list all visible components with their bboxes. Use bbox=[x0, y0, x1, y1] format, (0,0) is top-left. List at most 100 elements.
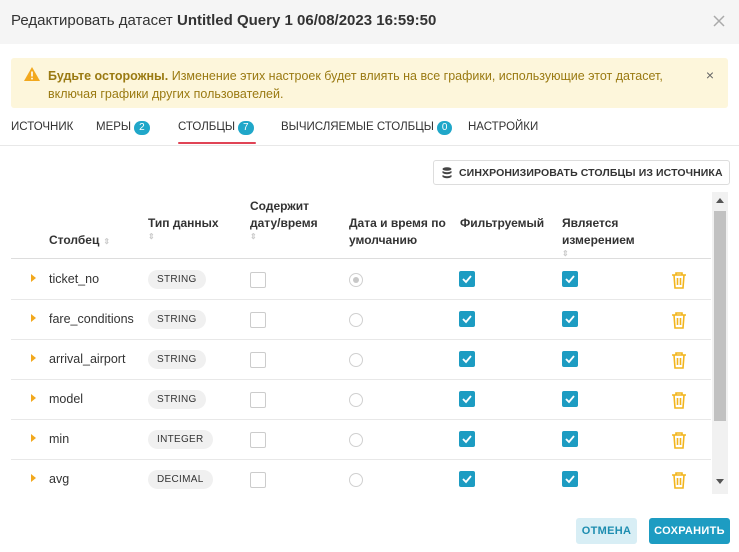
modal-title: Редактировать датасет Untitled Query 1 0… bbox=[11, 12, 436, 29]
default-datetime-radio[interactable] bbox=[349, 273, 363, 287]
default-datetime-radio[interactable] bbox=[349, 433, 363, 447]
header-label: Является bbox=[562, 216, 619, 230]
save-button[interactable]: СОХРАНИТЬ bbox=[649, 518, 730, 544]
tab-label: СТОЛБЦЫ bbox=[178, 121, 236, 133]
header-data-type[interactable]: Тип данных ⇕ bbox=[148, 215, 219, 242]
table-row: ticket_no STRING bbox=[11, 260, 711, 300]
header-column[interactable]: Столбец ⇕ bbox=[49, 232, 110, 250]
filterable-checkbox[interactable] bbox=[459, 351, 475, 367]
close-icon[interactable] bbox=[710, 12, 728, 30]
table-row: arrival_airport STRING bbox=[11, 340, 711, 380]
active-tab-indicator bbox=[178, 142, 256, 144]
sort-icon[interactable]: ⇕ bbox=[103, 237, 110, 246]
warning-alert: Будьте осторожны. Изменение этих настрое… bbox=[11, 58, 728, 108]
has-datetime-checkbox[interactable] bbox=[250, 472, 266, 488]
data-type-badge: STRING bbox=[148, 350, 206, 369]
trash-icon[interactable] bbox=[671, 471, 687, 489]
header-default-datetime[interactable]: Дата и время по умолчанию bbox=[349, 215, 446, 249]
is-dimension-checkbox[interactable] bbox=[562, 391, 578, 407]
has-datetime-checkbox[interactable] bbox=[250, 352, 266, 368]
header-label: Содержит bbox=[250, 199, 310, 213]
alert-message: Будьте осторожны. Изменение этих настрое… bbox=[48, 67, 688, 103]
sort-icon[interactable]: ⇕ bbox=[562, 249, 635, 259]
modal-title-prefix: Редактировать датасет bbox=[11, 12, 173, 29]
default-datetime-radio[interactable] bbox=[349, 353, 363, 367]
tab-badge: 7 bbox=[238, 121, 254, 135]
has-datetime-checkbox[interactable] bbox=[250, 392, 266, 408]
trash-icon[interactable] bbox=[671, 271, 687, 289]
table-scrollbar[interactable] bbox=[712, 192, 728, 494]
expand-row-icon[interactable] bbox=[31, 474, 36, 482]
expand-row-icon[interactable] bbox=[31, 394, 36, 402]
data-type-badge: STRING bbox=[148, 310, 206, 329]
trash-icon[interactable] bbox=[671, 431, 687, 449]
expand-row-icon[interactable] bbox=[31, 314, 36, 322]
cancel-button[interactable]: ОТМЕНА bbox=[576, 518, 637, 544]
tab-calculated-columns[interactable]: ВЫЧИСЛЯЕМЫЕ СТОЛБЦЫ 0 bbox=[281, 121, 453, 143]
modal-header: Редактировать датасет Untitled Query 1 0… bbox=[0, 0, 739, 44]
filterable-checkbox[interactable] bbox=[459, 271, 475, 287]
scroll-thumb[interactable] bbox=[714, 211, 726, 421]
tab-badge: 2 bbox=[134, 121, 150, 135]
is-dimension-checkbox[interactable] bbox=[562, 311, 578, 327]
scroll-up-arrow-icon[interactable] bbox=[716, 198, 724, 203]
filterable-checkbox[interactable] bbox=[459, 471, 475, 487]
header-label: Дата и время по bbox=[349, 216, 446, 230]
dataset-name: Untitled Query 1 06/08/2023 16:59:50 bbox=[176, 12, 437, 29]
trash-icon[interactable] bbox=[671, 351, 687, 369]
table-row: fare_conditions STRING bbox=[11, 300, 711, 340]
tab-badge: 0 bbox=[436, 121, 453, 135]
scroll-down-arrow-icon[interactable] bbox=[716, 479, 724, 484]
has-datetime-checkbox[interactable] bbox=[250, 272, 266, 288]
header-label: измерением bbox=[562, 233, 635, 247]
default-datetime-radio[interactable] bbox=[349, 473, 363, 487]
tab-metrics[interactable]: МЕРЫ 2 bbox=[96, 121, 150, 143]
column-name: ticket_no bbox=[49, 272, 100, 286]
is-dimension-checkbox[interactable] bbox=[562, 351, 578, 367]
data-type-badge: STRING bbox=[148, 390, 206, 409]
is-dimension-checkbox[interactable] bbox=[562, 431, 578, 447]
tab-source[interactable]: ИСТОЧНИК bbox=[11, 121, 73, 143]
default-datetime-radio[interactable] bbox=[349, 313, 363, 327]
table-row: model STRING bbox=[11, 380, 711, 420]
alert-close-icon[interactable]: × bbox=[706, 67, 714, 83]
header-has-datetime[interactable]: Содержит дату/время ⇕ bbox=[250, 198, 318, 242]
expand-row-icon[interactable] bbox=[31, 434, 36, 442]
sort-icon[interactable]: ⇕ bbox=[148, 232, 219, 242]
table-row: min INTEGER bbox=[11, 420, 711, 460]
header-label: дату/время bbox=[250, 216, 318, 230]
tab-columns[interactable]: СТОЛБЦЫ 7 bbox=[178, 121, 254, 143]
tab-label: НАСТРОЙКИ bbox=[468, 121, 539, 133]
filterable-checkbox[interactable] bbox=[459, 311, 475, 327]
expand-row-icon[interactable] bbox=[31, 274, 36, 282]
has-datetime-checkbox[interactable] bbox=[250, 312, 266, 328]
filterable-checkbox[interactable] bbox=[459, 431, 475, 447]
tab-bar: ИСТОЧНИК МЕРЫ 2 СТОЛБЦЫ 7 ВЫЧИСЛЯЕМЫЕ СТОЛ… bbox=[0, 118, 739, 146]
filterable-checkbox[interactable] bbox=[459, 391, 475, 407]
trash-icon[interactable] bbox=[671, 311, 687, 329]
column-name: min bbox=[49, 432, 70, 446]
is-dimension-checkbox[interactable] bbox=[562, 471, 578, 487]
header-is-dimension[interactable]: Является измерением ⇕ bbox=[562, 215, 635, 259]
sync-columns-button[interactable]: СИНХРОНИЗИРОВАТЬ СТОЛБЦЫ ИЗ ИСТОЧНИКА bbox=[433, 160, 730, 185]
header-label: Тип данных bbox=[148, 216, 219, 230]
header-filterable[interactable]: Фильтруемый bbox=[460, 215, 544, 232]
database-icon bbox=[442, 167, 452, 179]
tab-label: ИСТОЧНИК bbox=[11, 121, 74, 133]
header-label: умолчанию bbox=[349, 233, 418, 247]
tab-settings[interactable]: НАСТРОЙКИ bbox=[468, 121, 538, 143]
sort-icon[interactable]: ⇕ bbox=[250, 232, 318, 242]
data-type-badge: DECIMAL bbox=[148, 470, 213, 489]
tab-label: МЕРЫ bbox=[96, 121, 132, 133]
data-type-badge: INTEGER bbox=[148, 430, 213, 449]
has-datetime-checkbox[interactable] bbox=[250, 432, 266, 448]
column-name: arrival_airport bbox=[49, 352, 126, 366]
is-dimension-checkbox[interactable] bbox=[562, 271, 578, 287]
sync-button-label: СИНХРОНИЗИРОВАТЬ СТОЛБЦЫ ИЗ ИСТОЧНИКА bbox=[459, 167, 723, 179]
default-datetime-radio[interactable] bbox=[349, 393, 363, 407]
data-type-badge: STRING bbox=[148, 270, 206, 289]
expand-row-icon[interactable] bbox=[31, 354, 36, 362]
trash-icon[interactable] bbox=[671, 391, 687, 409]
alert-bold: Будьте осторожны. bbox=[48, 69, 169, 83]
columns-table: Столбец ⇕ Тип данных ⇕ Содержит дату/врем… bbox=[11, 192, 711, 494]
